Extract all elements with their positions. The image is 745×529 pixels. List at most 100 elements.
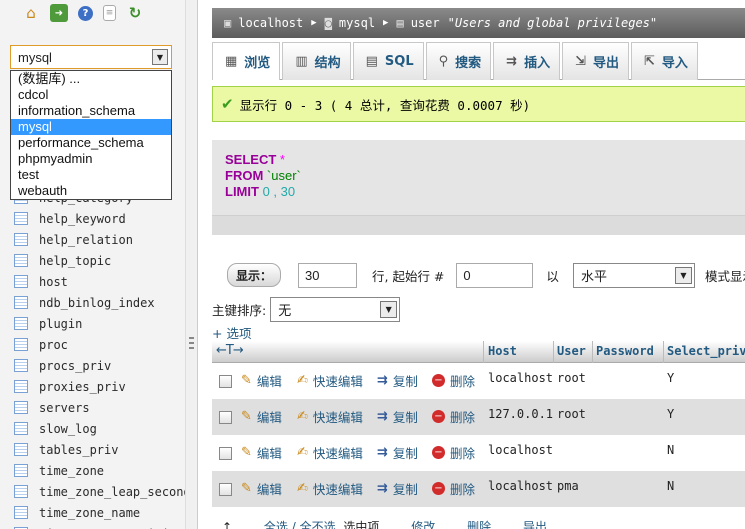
copy-link[interactable]: ⇉ 复制 [377, 407, 418, 426]
edit-link[interactable]: ✎ 编辑 [241, 371, 282, 390]
database-option[interactable]: cdcol [11, 87, 171, 103]
bulk-export-link[interactable]: 导出 [523, 520, 547, 529]
table-list-item-label[interactable]: servers [39, 401, 90, 415]
tab-import[interactable]: ⇱ 导入 [631, 42, 698, 80]
table-list-item-label[interactable]: plugin [39, 317, 82, 331]
database-option[interactable]: (数据库) ... [11, 71, 171, 87]
breadcrumb-database[interactable]: mysql [339, 16, 375, 30]
tab-structure[interactable]: ▥ 结构 [282, 42, 351, 80]
row-checkbox[interactable] [219, 483, 232, 496]
chevron-down-icon[interactable]: ▼ [152, 49, 168, 65]
show-button[interactable]: 显示： [227, 263, 282, 287]
table-list-item[interactable]: tables_priv [14, 439, 185, 460]
database-option[interactable]: information_schema [11, 103, 171, 119]
database-option[interactable]: webauth [11, 183, 171, 199]
column-header-host[interactable]: Host [488, 344, 517, 358]
edit-link[interactable]: ✎ 编辑 [241, 443, 282, 462]
help-icon[interactable]: ? [78, 6, 93, 21]
row-checkbox[interactable] [219, 411, 232, 424]
table-list-item-label[interactable]: procs_priv [39, 359, 111, 373]
breadcrumb-table[interactable]: user [411, 16, 440, 30]
table-list-item[interactable]: procs_priv [14, 355, 185, 376]
bulk-delete-link[interactable]: 删除 [467, 520, 491, 529]
sort-select[interactable]: 无 ▼ [270, 297, 401, 322]
table-list-item[interactable]: proc [14, 334, 185, 355]
delete-link[interactable]: − 删除 [432, 479, 475, 498]
database-option[interactable]: mysql [11, 119, 171, 135]
display-mode-select[interactable]: 水平 ▼ [572, 262, 695, 288]
column-header-password[interactable]: Password [596, 344, 654, 358]
table-list-item-label[interactable]: tables_priv [39, 443, 118, 457]
splitter-grip-icon[interactable] [189, 337, 194, 349]
table-list-item[interactable]: slow_log [14, 418, 185, 439]
tab-sql[interactable]: ▤ SQL [352, 42, 424, 80]
exit-icon[interactable]: ➜ [50, 4, 68, 22]
table-list-item-label[interactable]: help_topic [39, 254, 111, 268]
table-list-item[interactable]: help_topic [14, 250, 185, 271]
table-list-item[interactable]: help_relation [14, 229, 185, 250]
copy-link[interactable]: ⇉ 复制 [377, 479, 418, 498]
quick-edit-link[interactable]: ✍ 快速编辑 [297, 443, 363, 462]
docs-icon[interactable]: ≡ [103, 5, 116, 21]
table-list-item-label[interactable]: time_zone [39, 464, 104, 478]
database-option[interactable]: test [11, 167, 171, 183]
edit-link[interactable]: ✎ 编辑 [241, 479, 282, 498]
row-checkbox[interactable] [219, 375, 232, 388]
tab-export[interactable]: ⇲ 导出 [562, 42, 630, 80]
check-all-link[interactable]: 全选 [264, 520, 288, 529]
rows-input[interactable]: 30 [298, 262, 358, 288]
column-resize-arrows-icon[interactable]: ←T→ [216, 343, 244, 358]
table-list-item[interactable]: time_zone_leap_second [14, 481, 185, 502]
table-list-item[interactable]: host [14, 271, 185, 292]
delete-link[interactable]: − 删除 [432, 443, 475, 462]
table-list-item-label[interactable]: help_relation [39, 233, 133, 247]
insert-icon: ⇉ [506, 54, 518, 69]
arrow-up-icon: ↑ [222, 520, 233, 529]
table-list-item[interactable]: time_zone [14, 460, 185, 481]
table-list-item[interactable]: plugin [14, 313, 185, 334]
bulk-edit-link[interactable]: 修改 [411, 520, 435, 529]
table-list-item-label[interactable]: time_zone_name [39, 506, 140, 520]
quick-edit-link[interactable]: ✍ 快速编辑 [297, 407, 363, 426]
database-select[interactable]: mysql ▼ [10, 45, 172, 69]
tab-insert[interactable]: ⇉ 插入 [493, 42, 561, 80]
panel-splitter[interactable] [185, 0, 198, 529]
home-icon[interactable]: ⌂ [22, 4, 40, 22]
column-header-select-priv[interactable]: Select_priv [667, 344, 745, 358]
uncheck-all-link[interactable]: 全不选 [300, 520, 336, 529]
table-list-item[interactable]: ndb_binlog_index [14, 292, 185, 313]
table-icon [14, 401, 28, 414]
table-list-item-label[interactable]: slow_log [39, 422, 97, 436]
chevron-down-icon[interactable]: ▼ [674, 266, 692, 284]
start-row-input[interactable]: 0 [456, 262, 534, 288]
database-option[interactable]: performance_schema [11, 135, 171, 151]
database-dropdown-list[interactable]: (数据库) ... cdcol information_schema mysql per… [10, 70, 172, 200]
database-option[interactable]: phpmyadmin [11, 151, 171, 167]
column-header-user[interactable]: User [557, 344, 586, 358]
tab-search[interactable]: ⚲ 搜索 [425, 42, 492, 80]
table-list-item-label[interactable]: time_zone_leap_second [39, 485, 185, 499]
tab-browse[interactable]: ▦ 浏览 [212, 42, 281, 80]
copy-link[interactable]: ⇉ 复制 [377, 443, 418, 462]
delete-link[interactable]: − 删除 [432, 407, 475, 426]
chevron-down-icon[interactable]: ▼ [380, 301, 398, 318]
table-list-item[interactable]: proxies_priv [14, 376, 185, 397]
table-list-item-label[interactable]: help_keyword [39, 212, 126, 226]
table-list-item-label[interactable]: proc [39, 338, 68, 352]
breadcrumb-server[interactable]: localhost [238, 16, 303, 30]
reload-icon[interactable]: ↻ [126, 4, 144, 22]
table-list-item-label[interactable]: ndb_binlog_index [39, 296, 155, 310]
copy-link[interactable]: ⇉ 复制 [377, 371, 418, 390]
table-list-item-label[interactable]: proxies_priv [39, 380, 126, 394]
table-list-item[interactable]: servers [14, 397, 185, 418]
table-list-item[interactable]: time_zone_transition [14, 523, 185, 529]
table-list-item[interactable]: time_zone_name [14, 502, 185, 523]
edit-link[interactable]: ✎ 编辑 [241, 407, 282, 426]
options-link[interactable]: + 选项 [212, 323, 251, 342]
quick-edit-link[interactable]: ✍ 快速编辑 [297, 371, 363, 390]
quick-edit-link[interactable]: ✍ 快速编辑 [297, 479, 363, 498]
table-list-item-label[interactable]: host [39, 275, 68, 289]
table-list-item[interactable]: help_keyword [14, 208, 185, 229]
delete-link[interactable]: − 删除 [432, 371, 475, 390]
row-checkbox[interactable] [219, 447, 232, 460]
